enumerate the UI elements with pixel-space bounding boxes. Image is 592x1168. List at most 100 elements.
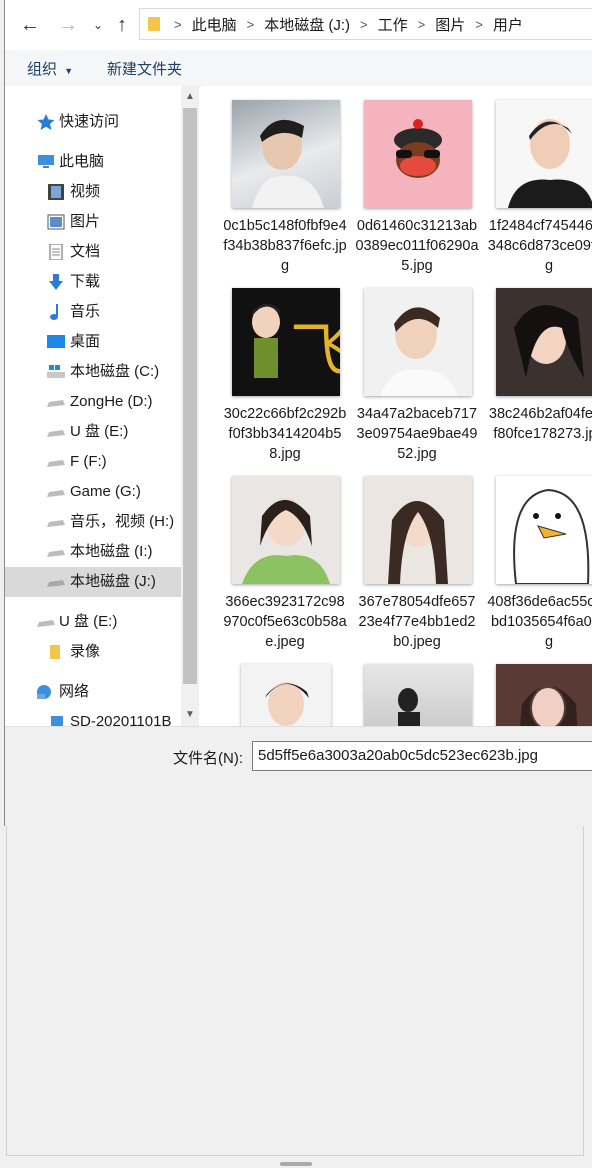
back-arrow-icon[interactable]: ← <box>17 12 43 38</box>
resize-handle[interactable] <box>280 1162 312 1166</box>
picture-icon <box>47 214 65 230</box>
new-folder-button[interactable]: 新建文件夹 <box>107 58 182 79</box>
nav-item-usb-e[interactable]: U 盘 (E:) <box>5 607 183 637</box>
file-tile[interactable] <box>355 650 479 726</box>
file-name: 408f36de6ac55c70bd1035654f6a0.jpg <box>487 594 592 650</box>
recent-locations-chevron-icon[interactable]: ⌄ <box>85 12 111 38</box>
video-icon <box>48 184 64 200</box>
organize-label: 组织 <box>27 61 58 78</box>
nav-label: U 盘 (E:) <box>70 423 129 440</box>
nav-item-pictures[interactable]: 图片 <box>5 207 183 237</box>
nav-label: 网络 <box>59 683 90 700</box>
nav-scrollbar[interactable]: ▲ ▼ <box>181 86 199 726</box>
document-icon <box>49 244 63 260</box>
music-note-icon <box>50 304 58 320</box>
nav-item-drive-j[interactable]: 本地磁盘 (J:) <box>5 567 183 597</box>
nav-label: 音乐，视频 (H:) <box>70 513 175 530</box>
background-window <box>6 826 584 1156</box>
nav-label: 文档 <box>70 243 101 260</box>
usb-drive-icon <box>47 430 65 437</box>
nav-item-recordings[interactable]: 录像 <box>5 637 183 667</box>
breadcrumb-separator-icon: > <box>475 16 483 32</box>
hard-drive-icon <box>47 400 65 407</box>
nav-item-documents[interactable]: 文档 <box>5 237 183 267</box>
file-tile[interactable]: 0d61460c31213ab0389ec011f06290a5.jpg <box>355 86 479 274</box>
file-tile[interactable]: 1f2484cf74544635348c6d873ce09f.jpg <box>487 86 592 274</box>
nav-label: SD-20201101B <box>70 713 172 726</box>
file-name: 367e78054dfe65723e4f77e4bb1ed2b0.jpeg <box>358 594 476 650</box>
nav-label: 桌面 <box>70 333 101 350</box>
breadcrumb-pictures[interactable]: 图片 <box>431 14 469 35</box>
network-icon <box>37 685 51 699</box>
scroll-up-arrow-icon[interactable]: ▲ <box>181 88 199 106</box>
image-thumbnail <box>241 664 331 726</box>
breadcrumb-separator-icon: > <box>246 16 255 32</box>
file-tile[interactable]: 408f36de6ac55c70bd1035654f6a0.jpg <box>487 462 592 650</box>
hard-drive-icon <box>47 460 65 467</box>
image-thumbnail <box>496 100 592 208</box>
nav-label: 音乐 <box>70 303 101 320</box>
image-thumbnail: 飞 <box>232 288 340 396</box>
breadcrumb-this-pc[interactable]: 此电脑 <box>188 14 241 35</box>
nav-item-desktop[interactable]: 桌面 <box>5 327 183 357</box>
breadcrumb-separator-icon: > <box>417 16 426 32</box>
scroll-down-arrow-icon[interactable]: ▼ <box>181 706 199 724</box>
download-arrow-icon <box>49 274 63 290</box>
nav-item-drive-d[interactable]: ZongHe (D:) <box>5 387 183 417</box>
nav-item-music[interactable]: 音乐 <box>5 297 183 327</box>
image-thumbnail <box>364 288 472 396</box>
breadcrumb-separator-icon: > <box>360 16 368 32</box>
address-bar[interactable]: > 此电脑 > 本地磁盘 (J:) > 工作 > 图片 > 用户 <box>139 8 592 40</box>
file-tile[interactable]: 367e78054dfe65723e4f77e4bb1ed2b0.jpeg <box>355 462 479 650</box>
nav-label: Game (G:) <box>70 483 141 500</box>
file-name: 0d61460c31213ab0389ec011f06290a5.jpg <box>355 218 479 274</box>
file-tile[interactable]: 366ec3923172c98970c0f5e63c0b58ae.jpeg <box>223 462 347 650</box>
file-tile[interactable] <box>223 650 347 726</box>
file-name: 366ec3923172c98970c0f5e63c0b58ae.jpeg <box>223 594 347 650</box>
file-tile[interactable]: 0c1b5c148f0fbf9e4f34b38b837f6efc.jpg <box>223 86 347 274</box>
breadcrumb-users[interactable]: 用户 <box>489 14 527 35</box>
filename-label: 文件名(N): <box>173 750 243 767</box>
nav-item-drive-e[interactable]: U 盘 (E:) <box>5 417 183 447</box>
nav-item-network[interactable]: 网络 <box>5 677 183 707</box>
image-thumbnail <box>232 476 340 584</box>
nav-label: ZongHe (D:) <box>70 393 153 410</box>
scrollbar-thumb[interactable] <box>183 108 197 684</box>
folder-icon <box>50 645 60 659</box>
hard-drive-icon <box>47 580 65 587</box>
nav-label: 录像 <box>70 643 101 660</box>
folder-icon <box>148 17 160 31</box>
file-tile[interactable]: 飞 30c22c66bf2c292bf0f3bb3414204b58.jpg <box>223 274 347 462</box>
command-bar: 组织 ▼ 新建文件夹 <box>5 50 592 87</box>
nav-label: 快速访问 <box>59 113 120 130</box>
nav-label: 下载 <box>70 273 101 290</box>
nav-item-this-pc[interactable]: 此电脑 <box>5 147 183 177</box>
file-name: 38c246b2af04fe93f80fce178273.jpg <box>488 406 592 442</box>
nav-item-videos[interactable]: 视频 <box>5 177 183 207</box>
breadcrumb-drive-j[interactable]: 本地磁盘 (J:) <box>260 14 354 35</box>
navigation-pane: 快速访问 此电脑 视频 图片 文档 下载 音乐 桌面 本地磁盘 (C:) Zon… <box>5 86 183 726</box>
forward-arrow-icon[interactable]: → <box>55 12 81 38</box>
windows-drive-icon <box>47 365 65 378</box>
file-grid: 0c1b5c148f0fbf9e4f34b38b837f6efc.jpg 0d6… <box>201 86 592 726</box>
nav-item-drive-h[interactable]: 音乐，视频 (H:) <box>5 507 183 537</box>
hard-drive-icon <box>47 520 65 527</box>
nav-item-quick-access[interactable]: 快速访问 <box>5 107 183 137</box>
nav-label: 图片 <box>70 213 101 230</box>
nav-item-drive-g[interactable]: Game (G:) <box>5 477 183 507</box>
nav-item-drive-c[interactable]: 本地磁盘 (C:) <box>5 357 183 387</box>
image-thumbnail <box>364 100 472 208</box>
nav-item-drive-f[interactable]: F (F:) <box>5 447 183 477</box>
nav-label: 视频 <box>70 183 101 200</box>
filename-input[interactable]: 5d5ff5e6a3003a20ab0c5dc523ec623b.jpg <box>252 741 592 771</box>
nav-item-network-computer[interactable]: SD-20201101B <box>5 707 183 726</box>
nav-item-downloads[interactable]: 下载 <box>5 267 183 297</box>
file-name: 0c1b5c148f0fbf9e4f34b38b837f6efc.jpg <box>223 218 347 274</box>
up-arrow-icon[interactable]: ↑ <box>109 12 135 38</box>
breadcrumb-work[interactable]: 工作 <box>374 14 412 35</box>
nav-item-drive-i[interactable]: 本地磁盘 (I:) <box>5 537 183 567</box>
file-tile[interactable]: 34a47a2baceb7173e09754ae9bae4952.jpg <box>355 274 479 462</box>
file-tile[interactable]: 38c246b2af04fe93f80fce178273.jpg <box>487 274 592 454</box>
organize-button[interactable]: 组织 ▼ <box>27 58 73 79</box>
file-tile[interactable] <box>487 650 592 726</box>
